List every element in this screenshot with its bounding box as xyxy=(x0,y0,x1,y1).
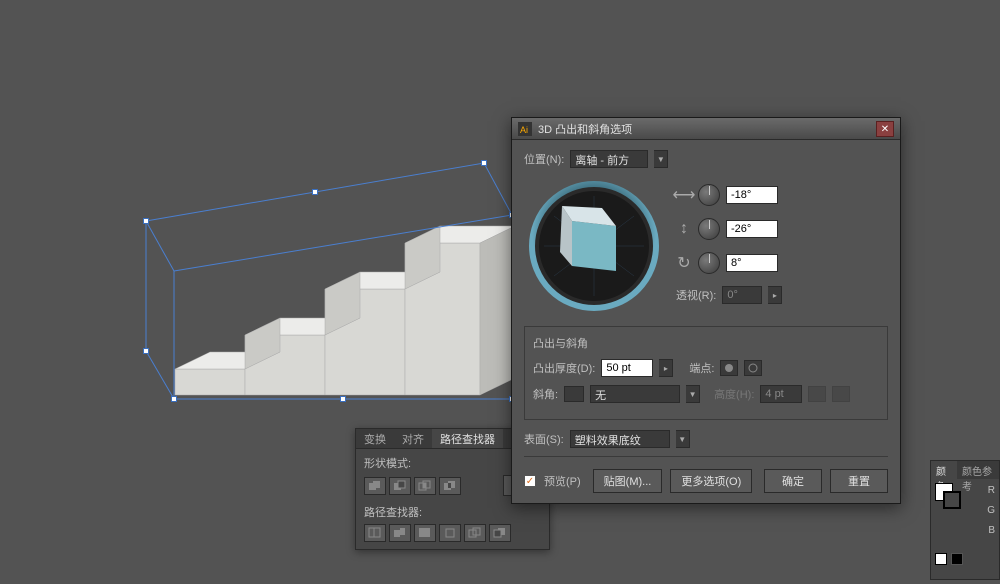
perspective-label: 透视(R): xyxy=(676,287,716,303)
channel-g-label: G xyxy=(987,505,995,516)
rotate-z-icon: ↻ xyxy=(676,255,692,271)
intersect-button[interactable] xyxy=(414,477,436,495)
angle-z-dial[interactable] xyxy=(698,252,720,274)
surface-label: 表面(S): xyxy=(524,431,564,447)
position-select-arrow[interactable]: ▼ xyxy=(654,150,668,168)
angle-y-input[interactable] xyxy=(726,220,778,238)
bevel-label: 斜角: xyxy=(533,386,558,402)
channel-r-label: R xyxy=(988,485,995,496)
tab-color[interactable]: 颜色 xyxy=(931,461,957,479)
cap-on-button[interactable] xyxy=(720,360,738,376)
perspective-input[interactable] xyxy=(722,286,762,304)
bevel-in-button xyxy=(808,386,826,402)
tab-pathfinder[interactable]: 路径查找器 xyxy=(432,429,503,448)
angle-x-input[interactable] xyxy=(726,186,778,204)
tab-color-guide[interactable]: 颜色参考 xyxy=(957,461,999,479)
extrude-bevel-fieldset: 凸出与斜角 凸出厚度(D): ▸ 端点: 斜角: 无 ▼ 高度(H): xyxy=(524,326,888,420)
merge-button[interactable] xyxy=(414,524,436,542)
bevel-height-label: 高度(H): xyxy=(714,386,754,402)
stroke-swatch[interactable] xyxy=(943,491,961,509)
map-art-button[interactable]: 贴图(M)... xyxy=(593,469,663,493)
tab-transform[interactable]: 变换 xyxy=(356,429,394,448)
surface-select[interactable]: 塑料效果底纹 xyxy=(570,430,670,448)
preview-label[interactable]: 预览(P) xyxy=(544,473,581,489)
perspective-stepper[interactable]: ▸ xyxy=(768,286,782,304)
extrude-section-label: 凸出与斜角 xyxy=(533,335,879,351)
angle-z-input[interactable] xyxy=(726,254,778,272)
color-panel[interactable]: 颜色 颜色参考 R G B xyxy=(930,460,1000,580)
trim-button[interactable] xyxy=(389,524,411,542)
channel-b-label: B xyxy=(988,525,995,536)
pathfinders-label: 路径查找器: xyxy=(364,504,541,520)
app-icon: Ai xyxy=(518,122,532,136)
selection-bounding-box[interactable] xyxy=(144,161,514,403)
rotate-x-icon: ⟷ xyxy=(676,187,692,203)
rotate-y-icon: ↕ xyxy=(676,221,692,237)
depth-label: 凸出厚度(D): xyxy=(533,360,595,376)
default-black-swatch[interactable] xyxy=(951,553,963,565)
unite-button[interactable] xyxy=(364,477,386,495)
bevel-select[interactable]: 无 xyxy=(590,385,680,403)
dialog-title: 3D 凸出和斜角选项 xyxy=(538,121,876,137)
exclude-button[interactable] xyxy=(439,477,461,495)
ok-button[interactable]: 确定 xyxy=(764,469,822,493)
cap-label: 端点: xyxy=(689,360,714,376)
svg-text:Ai: Ai xyxy=(520,125,528,135)
bevel-height-input xyxy=(760,385,802,403)
default-white-swatch[interactable] xyxy=(935,553,947,565)
minus-front-button[interactable] xyxy=(389,477,411,495)
angle-y-dial[interactable] xyxy=(698,218,720,240)
position-select[interactable]: 离轴 - 前方 xyxy=(570,150,648,168)
outline-button[interactable] xyxy=(464,524,486,542)
surface-select-arrow[interactable]: ▼ xyxy=(676,430,690,448)
bevel-out-button xyxy=(832,386,850,402)
minus-back-button[interactable] xyxy=(489,524,511,542)
rotation-trackball[interactable] xyxy=(524,176,664,316)
divide-button[interactable] xyxy=(364,524,386,542)
close-button[interactable]: ✕ xyxy=(876,121,894,137)
more-options-button[interactable]: 更多选项(O) xyxy=(670,469,752,493)
bevel-select-arrow[interactable]: ▼ xyxy=(686,385,700,403)
angle-x-dial[interactable] xyxy=(698,184,720,206)
preview-checkbox[interactable]: ✓ xyxy=(524,475,536,487)
position-label: 位置(N): xyxy=(524,151,564,167)
dialog-titlebar[interactable]: Ai 3D 凸出和斜角选项 ✕ xyxy=(512,118,900,140)
crop-button[interactable] xyxy=(439,524,461,542)
color-panel-tabs: 颜色 颜色参考 xyxy=(931,461,999,479)
cap-off-button[interactable] xyxy=(744,360,762,376)
depth-input[interactable] xyxy=(601,359,653,377)
dialog-3d-extrude-bevel[interactable]: Ai 3D 凸出和斜角选项 ✕ 位置(N): 离轴 - 前方 ▼ xyxy=(511,117,901,504)
tab-align[interactable]: 对齐 xyxy=(394,429,432,448)
reset-button[interactable]: 重置 xyxy=(830,469,888,493)
depth-stepper[interactable]: ▸ xyxy=(659,359,673,377)
bevel-preview-icon xyxy=(564,386,584,402)
